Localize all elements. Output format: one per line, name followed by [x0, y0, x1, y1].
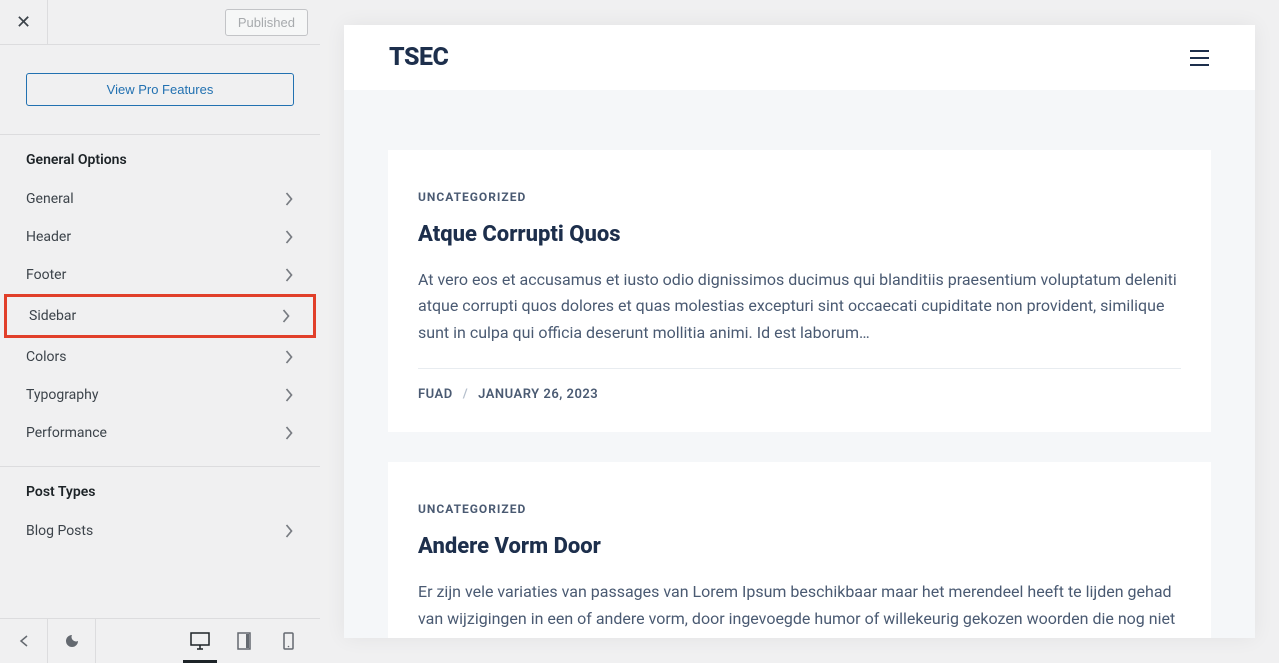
hamburger-icon [1190, 50, 1209, 52]
post-author[interactable]: FUAD [418, 387, 453, 402]
option-label: General [26, 191, 74, 207]
chevron-right-icon [282, 309, 291, 323]
post-card: UNCATEGORIZED Andere Vorm Door Er zijn v… [388, 462, 1211, 638]
post-title[interactable]: Andere Vorm Door [418, 534, 1181, 559]
chevron-right-icon [285, 388, 294, 402]
meta-separator: / [463, 387, 468, 402]
option-blog-posts[interactable]: Blog Posts [0, 512, 320, 550]
hide-controls-button[interactable] [0, 619, 48, 663]
desktop-view-button[interactable] [178, 619, 222, 663]
site-content: UNCATEGORIZED Atque Corrupti Quos At ver… [344, 90, 1255, 638]
option-label: Footer [26, 267, 66, 283]
option-label: Colors [26, 349, 66, 365]
bottom-controls-left [0, 619, 96, 663]
close-icon: ✕ [16, 12, 31, 33]
option-colors[interactable]: Colors [0, 338, 320, 376]
option-label: Typography [26, 387, 98, 403]
desktop-icon [190, 632, 210, 650]
post-date[interactable]: JANUARY 26, 2023 [478, 387, 598, 402]
option-label: Sidebar [29, 308, 76, 324]
option-label: Performance [26, 425, 107, 441]
panel-content: General Options General Header Footer Si… [0, 134, 320, 618]
post-category[interactable]: UNCATEGORIZED [418, 190, 1181, 204]
view-pro-features-button[interactable]: View Pro Features [26, 73, 294, 106]
preview-frame: TSEC UNCATEGORIZED Atque Corrupti Quos A… [344, 25, 1255, 638]
option-label: Blog Posts [26, 523, 93, 539]
top-bar: ✕ Published [0, 0, 320, 45]
mobile-view-button[interactable] [266, 619, 310, 663]
site-header: TSEC [344, 25, 1255, 90]
moon-icon [65, 634, 79, 648]
tablet-icon [237, 632, 251, 650]
post-excerpt: Er zijn vele variaties van passages van … [418, 579, 1181, 638]
option-typography[interactable]: Typography [0, 376, 320, 414]
publish-status-button[interactable]: Published [225, 9, 308, 36]
customizer-panel: ✕ Published View Pro Features General Op… [0, 0, 320, 663]
device-toggles [178, 619, 320, 663]
tablet-view-button[interactable] [222, 619, 266, 663]
chevron-right-icon [285, 426, 294, 440]
site-title[interactable]: TSEC [389, 43, 448, 72]
option-performance[interactable]: Performance [0, 414, 320, 452]
option-label: Header [26, 229, 71, 245]
option-general[interactable]: General [0, 180, 320, 218]
pro-features-section: View Pro Features [0, 45, 320, 134]
post-excerpt: At vero eos et accusamus et iusto odio d… [418, 267, 1181, 346]
option-header[interactable]: Header [0, 218, 320, 256]
chevron-right-icon [285, 192, 294, 206]
option-footer[interactable]: Footer [0, 256, 320, 294]
chevron-right-icon [285, 268, 294, 282]
chevron-right-icon [285, 230, 294, 244]
post-title[interactable]: Atque Corrupti Quos [418, 222, 1181, 247]
post-category[interactable]: UNCATEGORIZED [418, 502, 1181, 516]
menu-toggle-button[interactable] [1190, 50, 1209, 66]
close-button[interactable]: ✕ [0, 0, 48, 45]
preview-area: TSEC UNCATEGORIZED Atque Corrupti Quos A… [320, 0, 1279, 663]
section-header-post-types: Post Types [0, 467, 320, 512]
chevron-right-icon [285, 350, 294, 364]
mobile-icon [283, 632, 294, 650]
option-sidebar[interactable]: Sidebar [4, 294, 316, 338]
post-meta: FUAD / JANUARY 26, 2023 [418, 368, 1181, 402]
post-card: UNCATEGORIZED Atque Corrupti Quos At ver… [388, 150, 1211, 432]
chevron-right-icon [285, 524, 294, 538]
dark-mode-button[interactable] [48, 619, 96, 663]
bottom-bar [0, 618, 320, 663]
section-header-general: General Options [0, 135, 320, 180]
collapse-icon [17, 634, 31, 648]
